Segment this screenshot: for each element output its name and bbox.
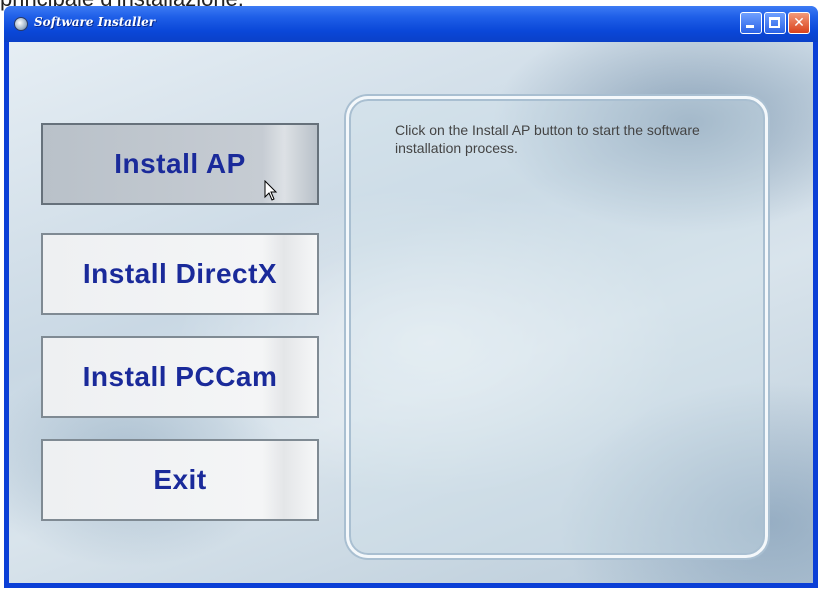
- info-text: Click on the Install AP button to start …: [395, 122, 700, 156]
- minimize-button[interactable]: [740, 12, 762, 34]
- mouse-pointer-icon: [264, 180, 278, 201]
- close-icon: ✕: [793, 15, 805, 31]
- info-panel: Click on the Install AP button to start …: [346, 96, 768, 558]
- installer-window: Software Installer ✕ Install AP Install …: [4, 6, 818, 588]
- titlebar[interactable]: Software Installer ✕: [4, 6, 818, 42]
- maximize-button[interactable]: [764, 12, 786, 34]
- window-title: Software Installer: [34, 15, 156, 29]
- install-pccam-button[interactable]: Install PCCam: [41, 336, 319, 418]
- exit-button[interactable]: Exit: [41, 439, 319, 521]
- client-area: Install AP Install DirectX Install PCCam…: [9, 42, 813, 583]
- app-icon[interactable]: [14, 17, 28, 31]
- install-directx-button[interactable]: Install DirectX: [41, 233, 319, 315]
- close-button[interactable]: ✕: [788, 12, 810, 34]
